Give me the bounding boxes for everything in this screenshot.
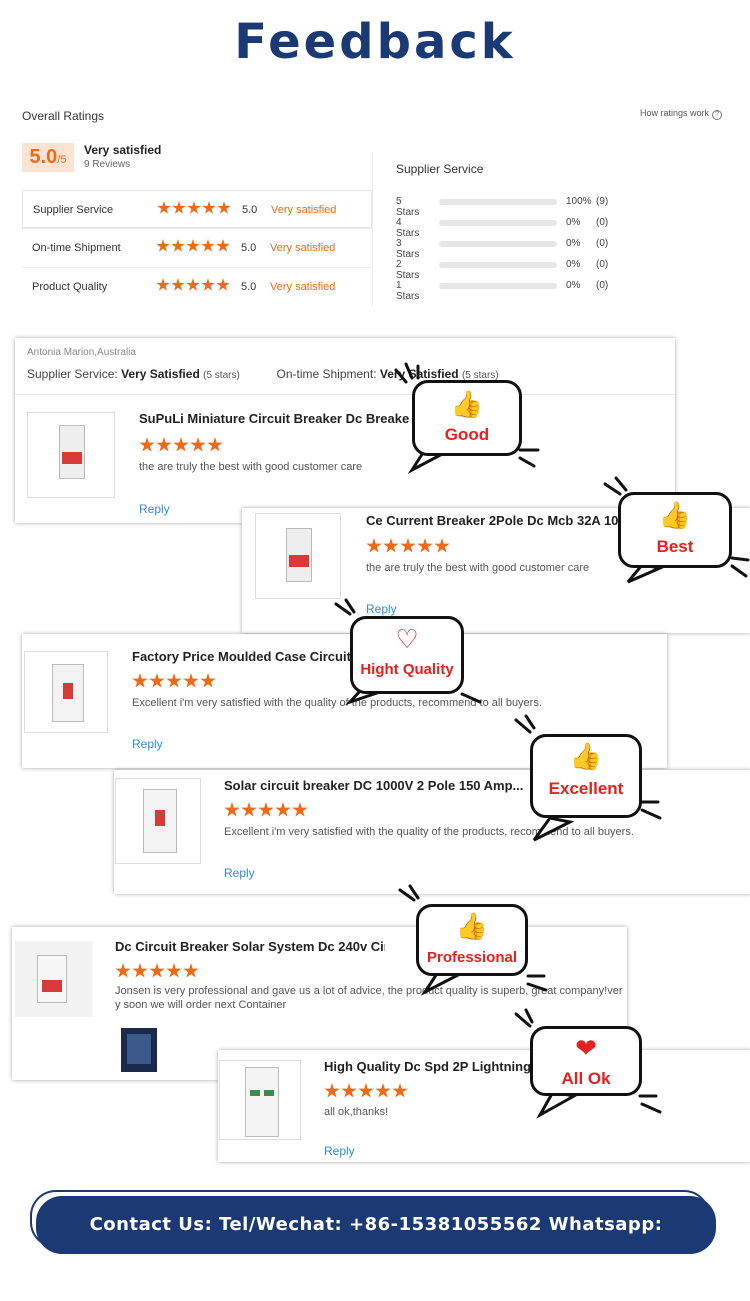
bubble-excellent: 👍 Excellent	[530, 734, 642, 818]
bubble-all-ok: ❤ All Ok	[530, 1026, 642, 1096]
flower-icon: ❤	[575, 1033, 597, 1063]
heart-icon: ♡	[395, 624, 419, 654]
thumbs-up-icon: 👍	[455, 911, 489, 941]
bubble-hight-quality-label: Hight Quality	[360, 661, 454, 678]
bubble-best-label: Best	[656, 537, 694, 556]
bubble-best: 👍 Best	[618, 492, 732, 568]
bubble-excellent-label: Excellent	[548, 779, 624, 798]
bubble-professional: 👍 Professional	[416, 904, 528, 976]
bubble-good: 👍 Good	[412, 380, 522, 456]
thumbs-up-icon: 👍	[450, 389, 484, 419]
bubble-good-label: Good	[444, 425, 490, 444]
contact-banner: Contact Us: Tel/Wechat: +86-15381055562 …	[36, 1196, 716, 1293]
bubble-professional-label: Professional	[426, 949, 518, 966]
thumbs-up-icon: 👍	[569, 741, 603, 771]
bubble-hight-quality: ♡ Hight Quality	[350, 616, 464, 694]
bubble-all-ok-label: All Ok	[561, 1069, 611, 1088]
thumbs-up-icon: 👍	[658, 500, 692, 530]
